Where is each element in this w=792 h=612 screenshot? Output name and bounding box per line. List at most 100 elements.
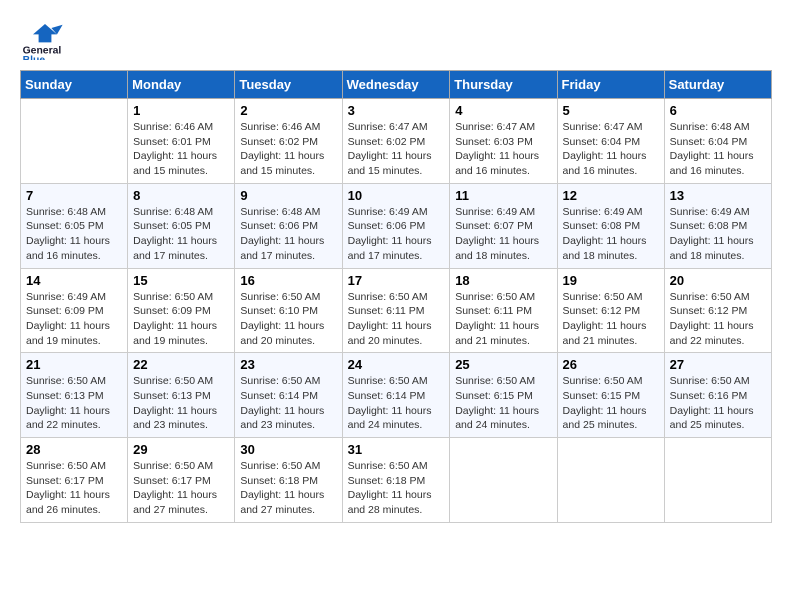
day-info: Sunrise: 6:47 AMSunset: 6:03 PMDaylight:…: [455, 120, 551, 179]
calendar-cell: 31 Sunrise: 6:50 AMSunset: 6:18 PMDayligh…: [342, 438, 450, 523]
day-info: Sunrise: 6:50 AMSunset: 6:11 PMDaylight:…: [348, 290, 445, 349]
day-info: Sunrise: 6:50 AMSunset: 6:17 PMDaylight:…: [26, 459, 122, 518]
day-info: Sunrise: 6:49 AMSunset: 6:08 PMDaylight:…: [563, 205, 659, 264]
calendar-week-row: 1 Sunrise: 6:46 AMSunset: 6:01 PMDaylight…: [21, 99, 772, 184]
day-info: Sunrise: 6:49 AMSunset: 6:09 PMDaylight:…: [26, 290, 122, 349]
day-number: 23: [240, 357, 336, 372]
day-number: 12: [563, 188, 659, 203]
calendar-cell: 30 Sunrise: 6:50 AMSunset: 6:18 PMDayligh…: [235, 438, 342, 523]
day-number: 28: [26, 442, 122, 457]
calendar-cell: 6 Sunrise: 6:48 AMSunset: 6:04 PMDaylight…: [664, 99, 771, 184]
calendar-cell: 15 Sunrise: 6:50 AMSunset: 6:09 PMDayligh…: [128, 268, 235, 353]
day-number: 2: [240, 103, 336, 118]
day-info: Sunrise: 6:47 AMSunset: 6:04 PMDaylight:…: [563, 120, 659, 179]
weekday-header-friday: Friday: [557, 71, 664, 99]
day-number: 21: [26, 357, 122, 372]
header: General Blue: [20, 20, 772, 60]
day-info: Sunrise: 6:48 AMSunset: 6:04 PMDaylight:…: [670, 120, 766, 179]
day-number: 3: [348, 103, 445, 118]
day-info: Sunrise: 6:50 AMSunset: 6:18 PMDaylight:…: [240, 459, 336, 518]
day-number: 1: [133, 103, 229, 118]
day-number: 15: [133, 273, 229, 288]
calendar-week-row: 21 Sunrise: 6:50 AMSunset: 6:13 PMDayligh…: [21, 353, 772, 438]
day-info: Sunrise: 6:48 AMSunset: 6:05 PMDaylight:…: [26, 205, 122, 264]
day-info: Sunrise: 6:49 AMSunset: 6:08 PMDaylight:…: [670, 205, 766, 264]
calendar-week-row: 7 Sunrise: 6:48 AMSunset: 6:05 PMDaylight…: [21, 183, 772, 268]
calendar-cell: 18Sunrise: 6:50 AMSunset: 6:11 PMDayligh…: [450, 268, 557, 353]
day-number: 13: [670, 188, 766, 203]
svg-text:Blue: Blue: [23, 55, 46, 60]
calendar-cell: 5 Sunrise: 6:47 AMSunset: 6:04 PMDaylight…: [557, 99, 664, 184]
day-number: 5: [563, 103, 659, 118]
day-info: Sunrise: 6:50 AMSunset: 6:13 PMDaylight:…: [26, 374, 122, 433]
day-number: 6: [670, 103, 766, 118]
calendar-cell: 2 Sunrise: 6:46 AMSunset: 6:02 PMDaylight…: [235, 99, 342, 184]
calendar-cell: 14 Sunrise: 6:49 AMSunset: 6:09 PMDayligh…: [21, 268, 128, 353]
calendar-cell: 26 Sunrise: 6:50 AMSunset: 6:15 PMDayligh…: [557, 353, 664, 438]
day-info: Sunrise: 6:50 AMSunset: 6:18 PMDaylight:…: [348, 459, 445, 518]
day-info: Sunrise: 6:50 AMSunset: 6:15 PMDaylight:…: [563, 374, 659, 433]
day-info: Sunrise: 6:49 AMSunset: 6:07 PMDaylight:…: [455, 205, 551, 264]
day-info: Sunrise: 6:50 AMSunset: 6:10 PMDaylight:…: [240, 290, 336, 349]
calendar-week-row: 14 Sunrise: 6:49 AMSunset: 6:09 PMDayligh…: [21, 268, 772, 353]
day-number: 10: [348, 188, 445, 203]
calendar-cell: 22Sunrise: 6:50 AMSunset: 6:13 PMDayligh…: [128, 353, 235, 438]
calendar-cell: 7 Sunrise: 6:48 AMSunset: 6:05 PMDaylight…: [21, 183, 128, 268]
calendar-cell: [450, 438, 557, 523]
day-number: 22: [133, 357, 229, 372]
calendar-cell: 3 Sunrise: 6:47 AMSunset: 6:02 PMDaylight…: [342, 99, 450, 184]
weekday-header-sunday: Sunday: [21, 71, 128, 99]
calendar-cell: 25Sunrise: 6:50 AMSunset: 6:15 PMDayligh…: [450, 353, 557, 438]
day-info: Sunrise: 6:50 AMSunset: 6:09 PMDaylight:…: [133, 290, 229, 349]
weekday-header-saturday: Saturday: [664, 71, 771, 99]
day-number: 26: [563, 357, 659, 372]
day-number: 24: [348, 357, 445, 372]
day-number: 29: [133, 442, 229, 457]
day-number: 31: [348, 442, 445, 457]
day-number: 30: [240, 442, 336, 457]
calendar-cell: 20Sunrise: 6:50 AMSunset: 6:12 PMDayligh…: [664, 268, 771, 353]
calendar-cell: 12 Sunrise: 6:49 AMSunset: 6:08 PMDayligh…: [557, 183, 664, 268]
weekday-header-wednesday: Wednesday: [342, 71, 450, 99]
day-number: 7: [26, 188, 122, 203]
day-info: Sunrise: 6:49 AMSunset: 6:06 PMDaylight:…: [348, 205, 445, 264]
calendar-cell: 29 Sunrise: 6:50 AMSunset: 6:17 PMDayligh…: [128, 438, 235, 523]
calendar-cell: [21, 99, 128, 184]
day-number: 27: [670, 357, 766, 372]
day-info: Sunrise: 6:50 AMSunset: 6:16 PMDaylight:…: [670, 374, 766, 433]
calendar-cell: 4Sunrise: 6:47 AMSunset: 6:03 PMDaylight…: [450, 99, 557, 184]
day-number: 17: [348, 273, 445, 288]
calendar-cell: 23 Sunrise: 6:50 AMSunset: 6:14 PMDayligh…: [235, 353, 342, 438]
day-number: 14: [26, 273, 122, 288]
logo: General Blue: [20, 20, 70, 60]
day-number: 18: [455, 273, 551, 288]
calendar-cell: 10 Sunrise: 6:49 AMSunset: 6:06 PMDayligh…: [342, 183, 450, 268]
weekday-header-tuesday: Tuesday: [235, 71, 342, 99]
day-info: Sunrise: 6:50 AMSunset: 6:12 PMDaylight:…: [670, 290, 766, 349]
day-info: Sunrise: 6:46 AMSunset: 6:02 PMDaylight:…: [240, 120, 336, 179]
day-info: Sunrise: 6:46 AMSunset: 6:01 PMDaylight:…: [133, 120, 229, 179]
calendar-cell: 1 Sunrise: 6:46 AMSunset: 6:01 PMDaylight…: [128, 99, 235, 184]
calendar-cell: 11 Sunrise: 6:49 AMSunset: 6:07 PMDayligh…: [450, 183, 557, 268]
weekday-header-row: SundayMondayTuesdayWednesdayThursdayFrid…: [21, 71, 772, 99]
day-number: 11: [455, 188, 551, 203]
calendar-cell: 17 Sunrise: 6:50 AMSunset: 6:11 PMDayligh…: [342, 268, 450, 353]
day-info: Sunrise: 6:47 AMSunset: 6:02 PMDaylight:…: [348, 120, 445, 179]
weekday-header-monday: Monday: [128, 71, 235, 99]
calendar-cell: 19Sunrise: 6:50 AMSunset: 6:12 PMDayligh…: [557, 268, 664, 353]
day-number: 19: [563, 273, 659, 288]
day-number: 16: [240, 273, 336, 288]
day-number: 8: [133, 188, 229, 203]
calendar-cell: 24 Sunrise: 6:50 AMSunset: 6:14 PMDayligh…: [342, 353, 450, 438]
calendar-cell: 28 Sunrise: 6:50 AMSunset: 6:17 PMDayligh…: [21, 438, 128, 523]
day-number: 9: [240, 188, 336, 203]
logo-icon: General Blue: [20, 20, 70, 60]
calendar-cell: 21 Sunrise: 6:50 AMSunset: 6:13 PMDayligh…: [21, 353, 128, 438]
day-info: Sunrise: 6:50 AMSunset: 6:17 PMDaylight:…: [133, 459, 229, 518]
weekday-header-thursday: Thursday: [450, 71, 557, 99]
calendar-cell: 9Sunrise: 6:48 AMSunset: 6:06 PMDaylight…: [235, 183, 342, 268]
day-info: Sunrise: 6:50 AMSunset: 6:14 PMDaylight:…: [348, 374, 445, 433]
day-number: 25: [455, 357, 551, 372]
day-info: Sunrise: 6:48 AMSunset: 6:05 PMDaylight:…: [133, 205, 229, 264]
day-info: Sunrise: 6:50 AMSunset: 6:14 PMDaylight:…: [240, 374, 336, 433]
